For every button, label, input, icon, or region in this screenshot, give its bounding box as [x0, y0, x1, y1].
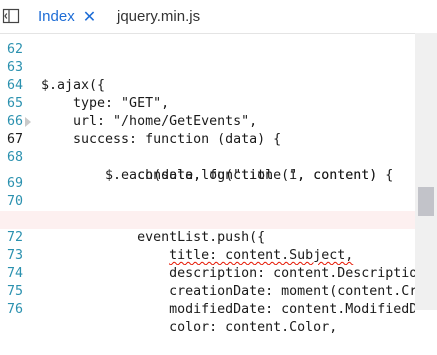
code-line: 73 description: content.Description, — [0, 229, 415, 281]
vertical-scrollbar[interactable] — [415, 33, 437, 310]
code-line: 70 — [0, 175, 415, 209]
code-line: 68 console.log("title ", content) — [0, 131, 415, 183]
code-line: 62 — [0, 23, 415, 57]
code-line-current: 67 $.each(data, function (i, content) { — [0, 113, 415, 183]
code-line: 64 type: "GET", — [0, 59, 415, 111]
code-text[interactable]: modifiedDate: content.ModifiedDate, — [41, 301, 415, 319]
code-line: 63 $.ajax({ — [0, 41, 415, 93]
scrollbar-thumb[interactable] — [418, 187, 434, 216]
code-line: 65 url: "/home/GetEvents", — [0, 77, 415, 129]
code-line-error: 72 title: content.Subject, — [0, 211, 415, 263]
code-line: 66 success: function (data) { — [0, 95, 415, 147]
line-number: 76 — [6, 302, 23, 317]
code-line: 75 modifiedDate: content.ModifiedDate, — [0, 265, 415, 317]
code-line: 76 color: content.Color, — [0, 283, 415, 335]
code-text[interactable]: color: content.Color, — [41, 319, 415, 337]
code-line: 74 creationDate: moment(content.Creation… — [0, 247, 415, 299]
breakpoint-marker-icon[interactable] — [25, 117, 31, 127]
code-line: 71 eventList.push({ — [0, 193, 415, 245]
code-line: 69 — [0, 157, 415, 191]
code-editor[interactable]: 62 63 $.ajax({ 64 type: "GET", 65 url: "… — [0, 33, 437, 335]
